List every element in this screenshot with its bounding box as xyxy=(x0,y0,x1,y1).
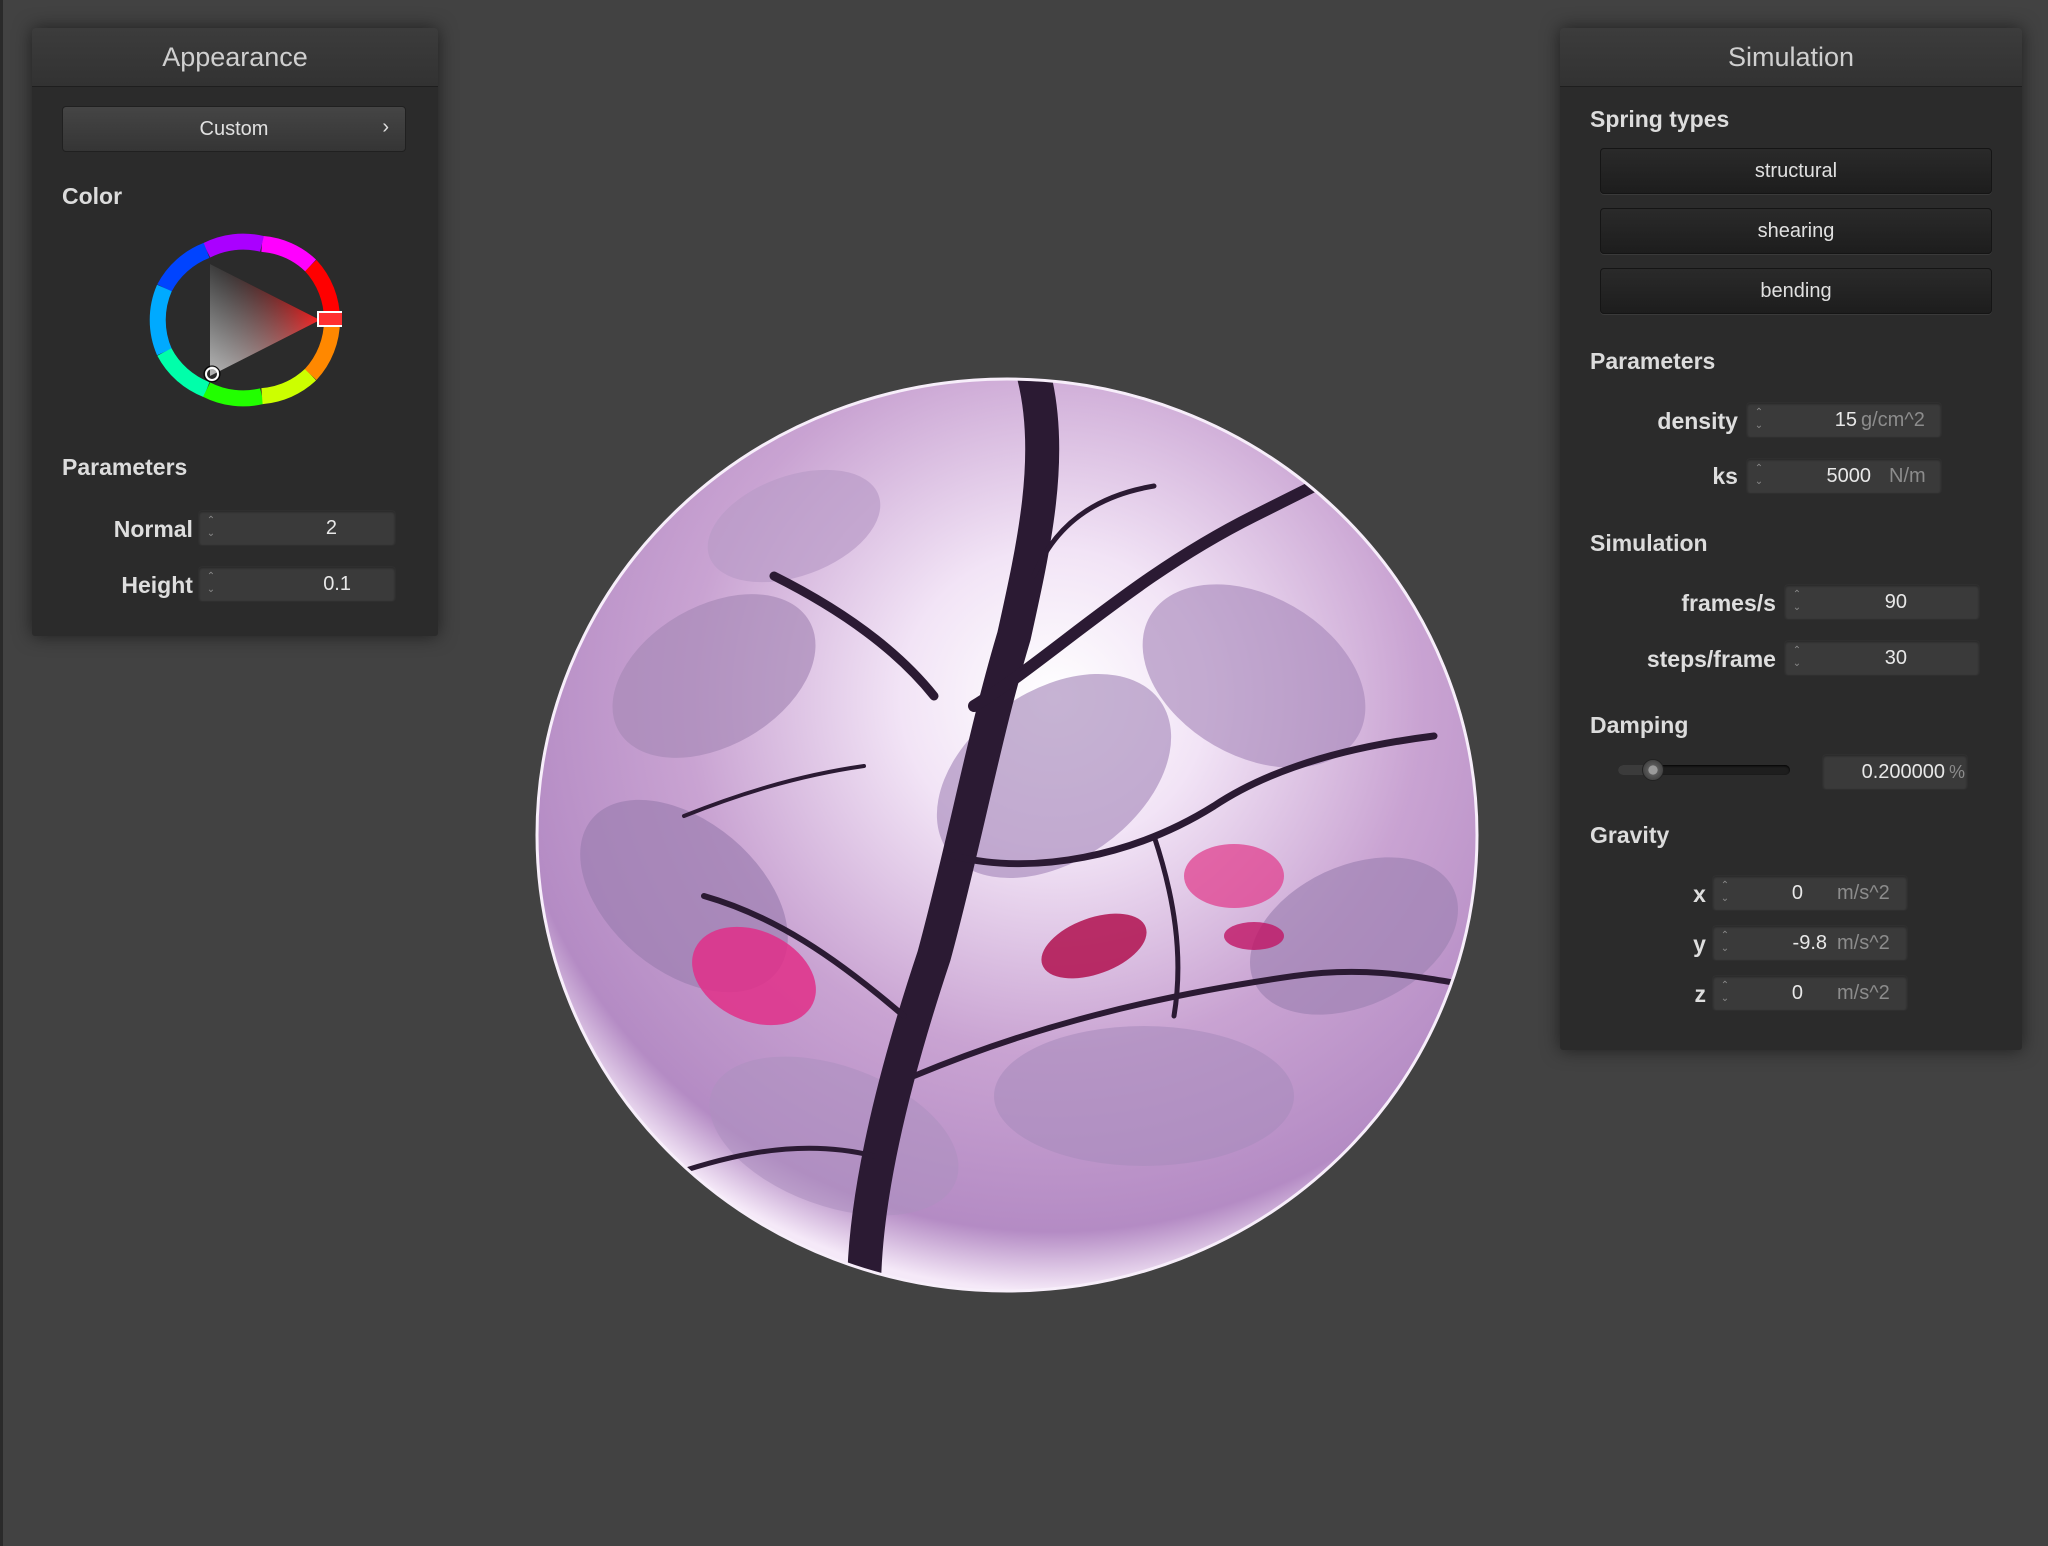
gravity-y-label: y : xyxy=(1693,931,1720,957)
ks-unit: N/m xyxy=(1889,465,1926,487)
spinner-arrows-icon[interactable]: ⌃ ⌄ xyxy=(1719,979,1731,1007)
structural-button[interactable]: structural xyxy=(1600,148,1992,194)
gravity-label: Gravity xyxy=(1590,822,1670,848)
height-value: 0.1 xyxy=(323,573,351,595)
spinner-arrows-icon[interactable]: ⌃ ⌄ xyxy=(205,514,217,542)
window-edge xyxy=(0,0,3,1546)
color-wheel[interactable] xyxy=(142,230,342,430)
preset-button[interactable]: Custom › xyxy=(62,106,406,152)
spinner-arrows-icon[interactable]: ⌃ ⌄ xyxy=(1719,929,1731,957)
gravity-z-unit: m/s^2 xyxy=(1837,982,1890,1004)
appearance-parameters-label: Parameters xyxy=(62,454,188,480)
damping-slider[interactable] xyxy=(1618,759,1790,781)
gravity-y-unit: m/s^2 xyxy=(1837,932,1890,954)
steps-input[interactable]: ⌃ ⌄ 30 xyxy=(1784,640,1980,676)
fps-label: frames/s : xyxy=(1681,590,1790,616)
spinner-arrows-icon[interactable]: ⌃ ⌄ xyxy=(205,570,217,598)
gravity-x-unit: m/s^2 xyxy=(1837,882,1890,904)
damping-label: Damping xyxy=(1590,712,1689,738)
gravity-y-value: -9.8 xyxy=(1792,932,1827,954)
normal-input[interactable]: ⌃ ⌄ 2 xyxy=(198,510,396,546)
ks-input[interactable]: ⌃ ⌄ 5000 N/m xyxy=(1746,458,1942,494)
simulation-panel: Simulation Spring types structural shear… xyxy=(1560,28,2022,1050)
ks-label: ks : xyxy=(1712,463,1752,489)
spinner-arrows-icon[interactable]: ⌃ ⌄ xyxy=(1753,406,1765,434)
gravity-z-label: z : xyxy=(1694,981,1720,1007)
density-label: density : xyxy=(1657,408,1752,434)
spinner-arrows-icon[interactable]: ⌃ ⌄ xyxy=(1719,879,1731,907)
density-unit: g/cm^2 xyxy=(1861,409,1925,431)
gravity-x-label: x : xyxy=(1693,881,1720,907)
steps-value: 30 xyxy=(1884,647,1907,669)
gravity-x-value: 0 xyxy=(1791,882,1803,904)
ks-value: 5000 xyxy=(1826,465,1872,487)
gravity-x-input[interactable]: ⌃ ⌄ 0 m/s^2 xyxy=(1712,875,1908,911)
steps-label: steps/frame : xyxy=(1646,646,1790,672)
simulation-section-label: Simulation xyxy=(1590,530,1708,556)
damping-value: 0.200000 xyxy=(1861,761,1945,783)
density-input[interactable]: ⌃ ⌄ 15 g/cm^2 xyxy=(1746,402,1942,438)
shearing-button[interactable]: shearing xyxy=(1600,208,1992,254)
hue-selector-handle[interactable] xyxy=(317,311,342,327)
spinner-arrows-icon[interactable]: ⌃ ⌄ xyxy=(1753,462,1765,490)
gravity-z-value: 0 xyxy=(1791,982,1803,1004)
fps-value: 90 xyxy=(1884,591,1907,613)
simulation-title[interactable]: Simulation xyxy=(1560,28,2022,87)
damping-unit: % xyxy=(1949,762,1966,782)
gravity-z-input[interactable]: ⌃ ⌄ 0 m/s^2 xyxy=(1712,975,1908,1011)
height-label: Height : xyxy=(121,572,207,598)
normal-label: Normal : xyxy=(113,516,207,542)
density-value: 15 xyxy=(1834,409,1857,431)
spinner-arrows-icon[interactable]: ⌃ ⌄ xyxy=(1791,644,1803,672)
spinner-arrows-icon[interactable]: ⌃ ⌄ xyxy=(1791,588,1803,616)
preset-label: Custom xyxy=(199,118,269,140)
bending-button[interactable]: bending xyxy=(1600,268,1992,314)
spring-parameters-label: Parameters xyxy=(1590,348,1716,374)
fps-input[interactable]: ⌃ ⌄ 90 xyxy=(1784,584,1980,620)
normal-value: 2 xyxy=(325,517,337,539)
color-section-label: Color xyxy=(62,183,123,209)
gravity-y-input[interactable]: ⌃ ⌄ -9.8 m/s^2 xyxy=(1712,925,1908,961)
spring-types-label: Spring types xyxy=(1590,106,1730,132)
damping-input[interactable]: 0.200000 % xyxy=(1822,754,1968,790)
damping-slider-handle[interactable] xyxy=(1642,759,1664,781)
appearance-title[interactable]: Appearance xyxy=(32,28,438,87)
height-input[interactable]: ⌃ ⌄ 0.1 xyxy=(198,566,396,602)
cloth-sphere-render[interactable] xyxy=(534,376,1480,1294)
chevron-right-icon: › xyxy=(382,116,389,138)
appearance-panel: Appearance Custom › Color Parameters Nor… xyxy=(32,28,438,636)
